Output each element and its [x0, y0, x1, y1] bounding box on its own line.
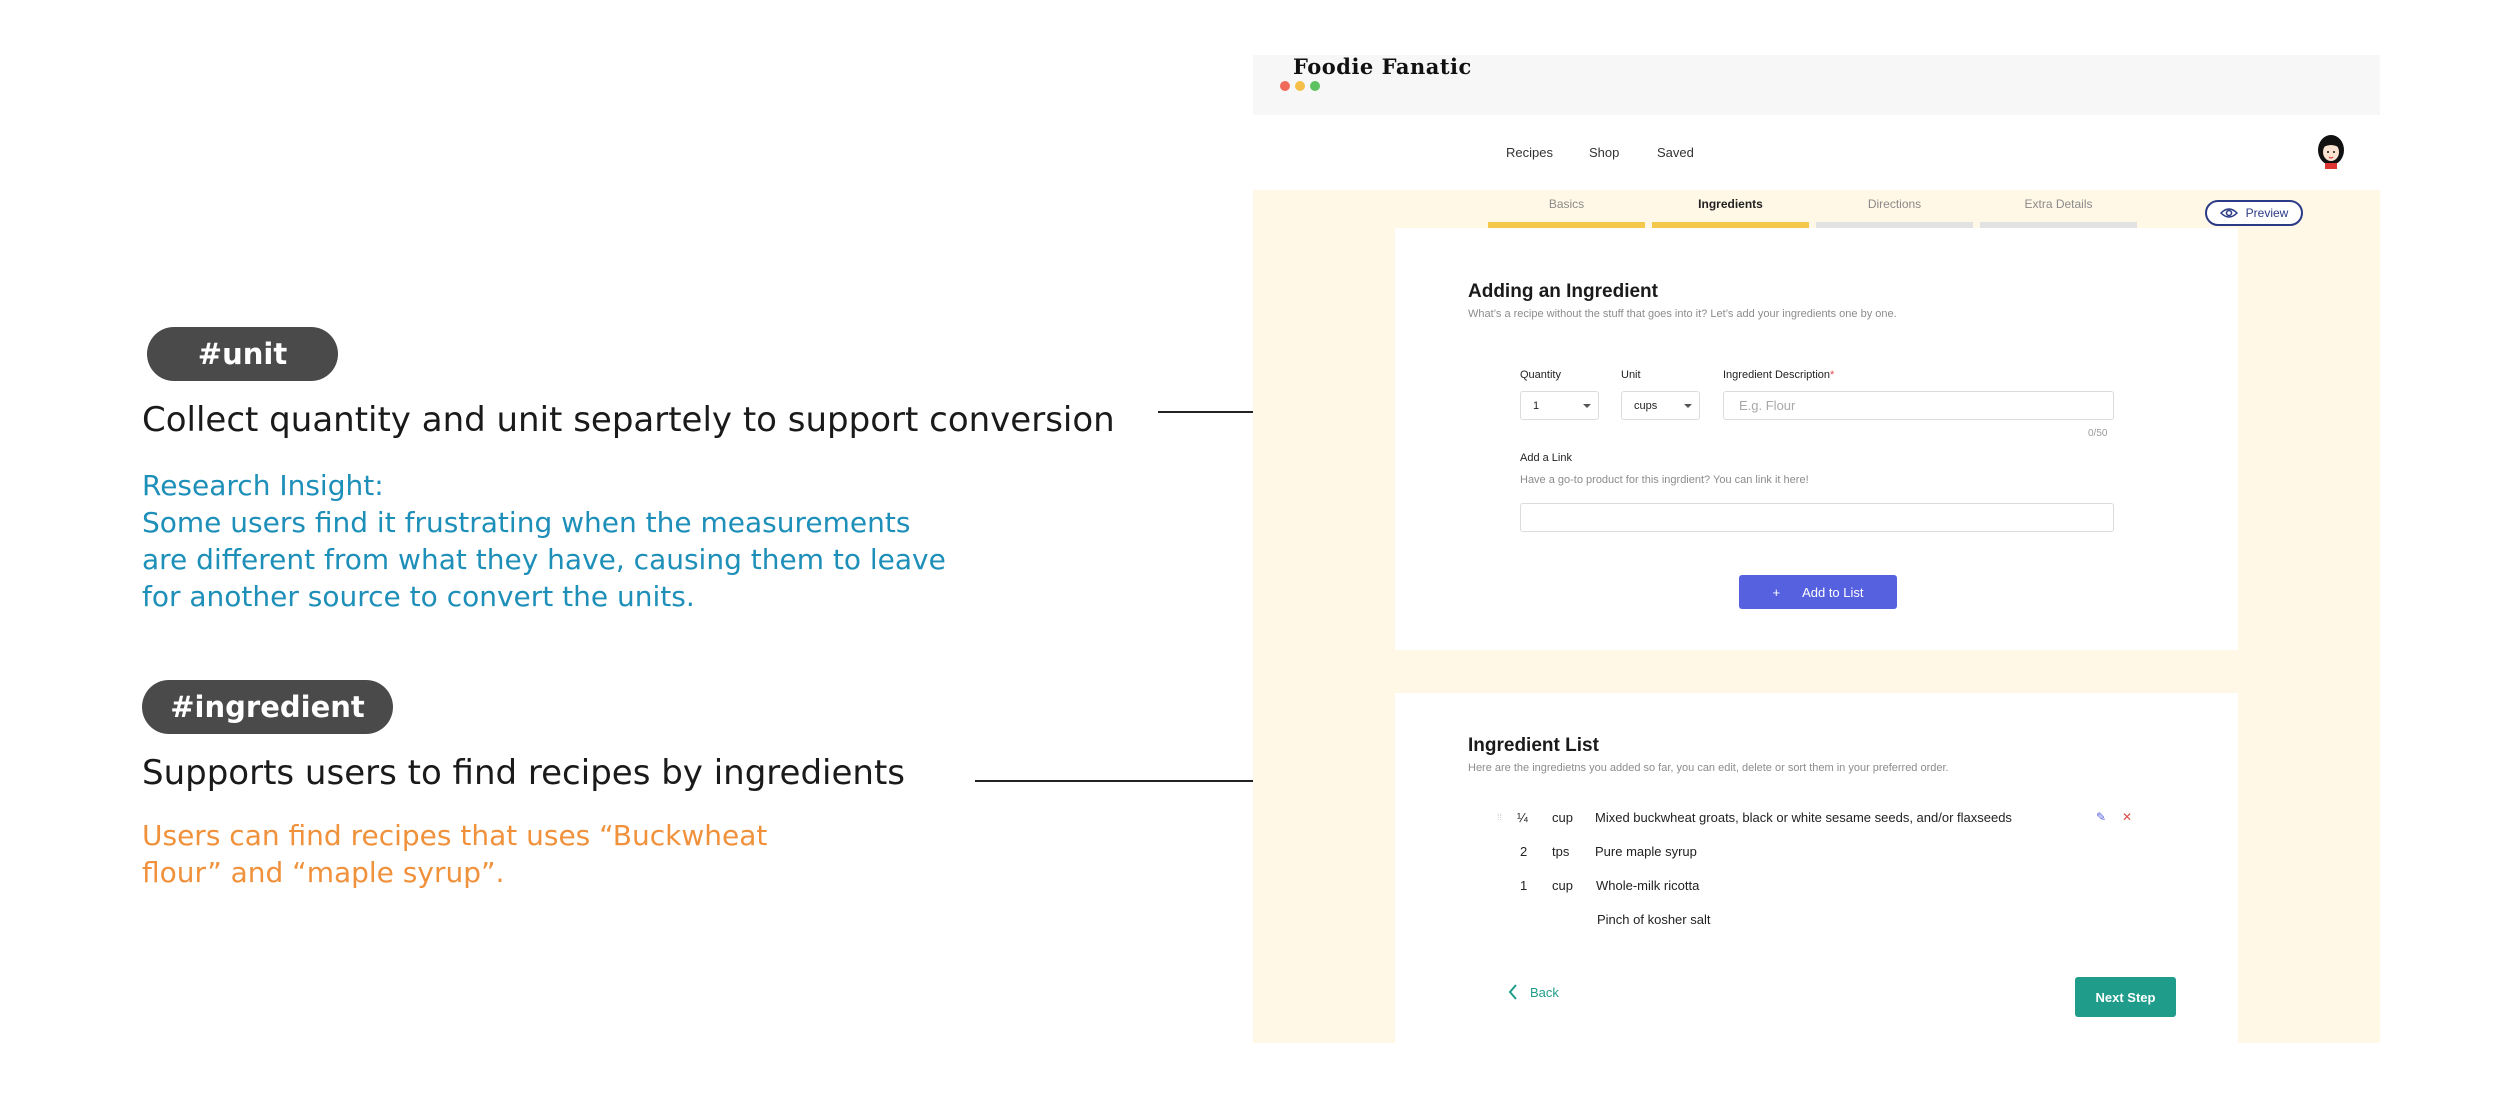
unit-select[interactable]: cups [1621, 391, 1700, 420]
add-to-list-label: Add to List [1802, 584, 1864, 600]
drag-handle-icon[interactable]: ⁞⁞ [1497, 812, 1502, 822]
unit-annotation-title: Collect quantity and unit separtely to s… [142, 400, 1115, 440]
add-ingredient-subtitle: What’s a recipe without the stuff that g… [1468, 308, 1897, 320]
add-to-list-button[interactable]: + Add to List [1739, 575, 1897, 609]
preview-button[interactable]: Preview [2205, 200, 2303, 226]
item-description: Pinch of kosher salt [1597, 912, 1711, 927]
tab-extra-details[interactable]: Extra Details [1980, 197, 2137, 211]
plus-icon: + [1772, 584, 1781, 600]
nav-saved[interactable]: Saved [1657, 115, 1694, 190]
ingredient-description-input[interactable] [1723, 391, 2114, 420]
ingredient-list-title: Ingredient List [1468, 735, 1599, 756]
required-mark: * [1830, 369, 1835, 381]
item-quantity: 2 [1520, 844, 1528, 859]
insight-line: Research Insight: [142, 469, 384, 502]
tab-ingredients[interactable]: Ingredients [1652, 197, 1809, 211]
tab-basics[interactable]: Basics [1488, 197, 1645, 211]
list-item[interactable]: 1 cup Whole-milk ricotta [1395, 878, 2238, 898]
item-unit: tps [1552, 844, 1570, 859]
insight-line: for another source to convert the units. [142, 580, 695, 613]
note-line: flour” and “maple syrup”. [142, 856, 505, 889]
quantity-value: 1 [1533, 399, 1540, 412]
ingredient-list-subtitle: Here are the ingredietns you added so fa… [1468, 762, 1949, 774]
nav-shop[interactable]: Shop [1589, 115, 1619, 190]
unit-label: Unit [1621, 369, 1641, 381]
back-label: Back [1530, 984, 1559, 1000]
quantity-label: Quantity [1520, 369, 1561, 381]
slide: #unit Collect quantity and unit separtel… [0, 0, 2500, 1100]
ingredient-annotation-title: Supports users to find recipes by ingred… [142, 753, 905, 793]
item-quantity: ¼ [1517, 810, 1528, 825]
chevron-down-icon [1684, 404, 1692, 408]
ingredient-list-card: Ingredient List Here are the ingredietns… [1395, 693, 2238, 1043]
top-navbar: Foodie Fanatic Recipes Shop Saved [1253, 55, 2380, 190]
ingredient-description-label-text: Ingredient Description [1723, 369, 1831, 381]
back-button[interactable]: Back [1508, 983, 1559, 1001]
unit-tag: #unit [147, 327, 338, 381]
quantity-select[interactable]: 1 [1520, 391, 1599, 420]
item-description: Pure maple syrup [1595, 844, 1697, 859]
insight-line: are different from what they have, causi… [142, 543, 946, 576]
item-quantity: 1 [1520, 878, 1528, 893]
unit-value: cups [1634, 399, 1658, 412]
brand-logo[interactable]: Foodie Fanatic [1293, 55, 1472, 104]
list-item[interactable]: Pinch of kosher salt [1395, 912, 2238, 932]
eye-icon [2219, 208, 2238, 218]
list-item[interactable]: 2 tps Pure maple syrup [1395, 844, 2238, 864]
research-insight: Research Insight: Some users find it fru… [142, 467, 946, 615]
add-ingredient-card: Adding an Ingredient What’s a recipe wit… [1395, 228, 2238, 650]
app-window: Foodie Fanatic Recipes Shop Saved Basics… [1253, 55, 2380, 1043]
chevron-down-icon [1583, 404, 1591, 408]
preview-label: Preview [2245, 206, 2289, 220]
add-link-helper: Have a go-to product for this ingrdient?… [1520, 474, 1809, 486]
ingredient-description-label: Ingredient Description* [1723, 369, 1834, 381]
close-window-dot[interactable] [1280, 81, 1290, 91]
item-unit: cup [1552, 810, 1573, 825]
chevron-left-icon [1508, 984, 1517, 1000]
ingredient-note: Users can find recipes that uses “Buckwh… [142, 817, 767, 891]
character-counter: 0/50 [2088, 428, 2108, 439]
list-item[interactable]: ⁞⁞ ¼ cup Mixed buckwheat groats, black o… [1395, 810, 2238, 830]
add-link-label: Add a Link [1520, 452, 1572, 464]
item-description: Mixed buckwheat groats, black or white s… [1595, 810, 2012, 825]
pencil-icon[interactable]: ✎ [2096, 810, 2106, 824]
tab-directions[interactable]: Directions [1816, 197, 1973, 211]
next-step-button[interactable]: Next Step [2075, 977, 2176, 1017]
user-avatar[interactable] [2316, 133, 2346, 169]
close-icon[interactable]: ✕ [2122, 810, 2132, 824]
item-description: Whole-milk ricotta [1596, 878, 1700, 893]
item-unit: cup [1552, 878, 1573, 893]
nav-recipes[interactable]: Recipes [1506, 115, 1553, 190]
editor-area: Basics Ingredients Directions Extra Deta… [1253, 190, 2380, 1043]
note-line: Users can find recipes that uses “Buckwh… [142, 819, 768, 852]
ingredient-tag: #ingredient [142, 680, 393, 734]
add-ingredient-title: Adding an Ingredient [1468, 281, 1658, 302]
link-input[interactable] [1520, 503, 2114, 532]
insight-line: Some users find it frustrating when the … [142, 506, 911, 539]
